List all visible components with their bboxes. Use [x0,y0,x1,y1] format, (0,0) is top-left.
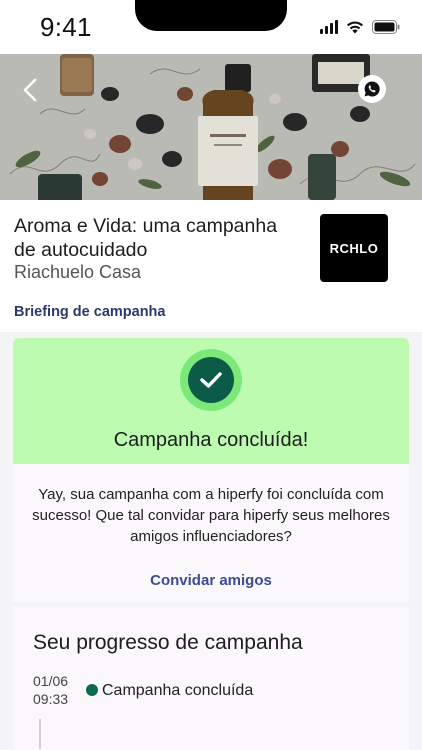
campaign-header: Aroma e Vida: uma campanha de autocuidad… [0,200,422,332]
whatsapp-share-button[interactable] [358,75,386,103]
invite-friends-button[interactable]: Convidar amigos [13,572,409,589]
check-badge [180,349,242,411]
status-icons [320,20,400,34]
whatsapp-icon [364,81,380,97]
signal-icon [320,20,338,34]
progress-card: Seu progresso de campanha 01/06 09:33 Ca… [13,607,409,750]
timeline-date: 01/06 09:33 [33,672,68,708]
invite-message-card: Yay, sua campanha com a hiperfy foi conc… [13,464,409,602]
back-icon [23,78,37,102]
timeline-connector [39,719,41,749]
battery-icon [372,20,400,34]
briefing-link[interactable]: Briefing de campanha [14,304,165,320]
status-title: Campanha concluída! [113,429,309,451]
timeline-time: 09:33 [33,691,69,707]
timeline-day: 01/06 [33,673,69,689]
status-bar: 9:41 [0,0,422,54]
progress-title: Seu progresso de campanha [33,631,303,654]
checkmark-icon [200,372,222,388]
status-message: Yay, sua campanha com a hiperfy foi conc… [32,486,390,545]
product-photo [0,54,422,200]
brand-name: Riachuelo Casa [14,262,142,282]
timeline-status-dot [86,684,98,696]
device-notch [135,0,287,31]
campaign-status-card: Campanha concluída! [13,338,409,464]
back-button[interactable] [14,74,46,106]
brand-logo: RCHLO [320,214,388,282]
brand-logo-text: RCHLO [329,240,379,256]
timeline-event-label: Campanha concluída [102,682,254,699]
campaign-hero-image [0,54,422,200]
wifi-icon [347,21,363,34]
campaign-title: Aroma e Vida: uma campanha de autocuidad… [14,215,278,261]
status-time: 9:41 [40,12,92,42]
